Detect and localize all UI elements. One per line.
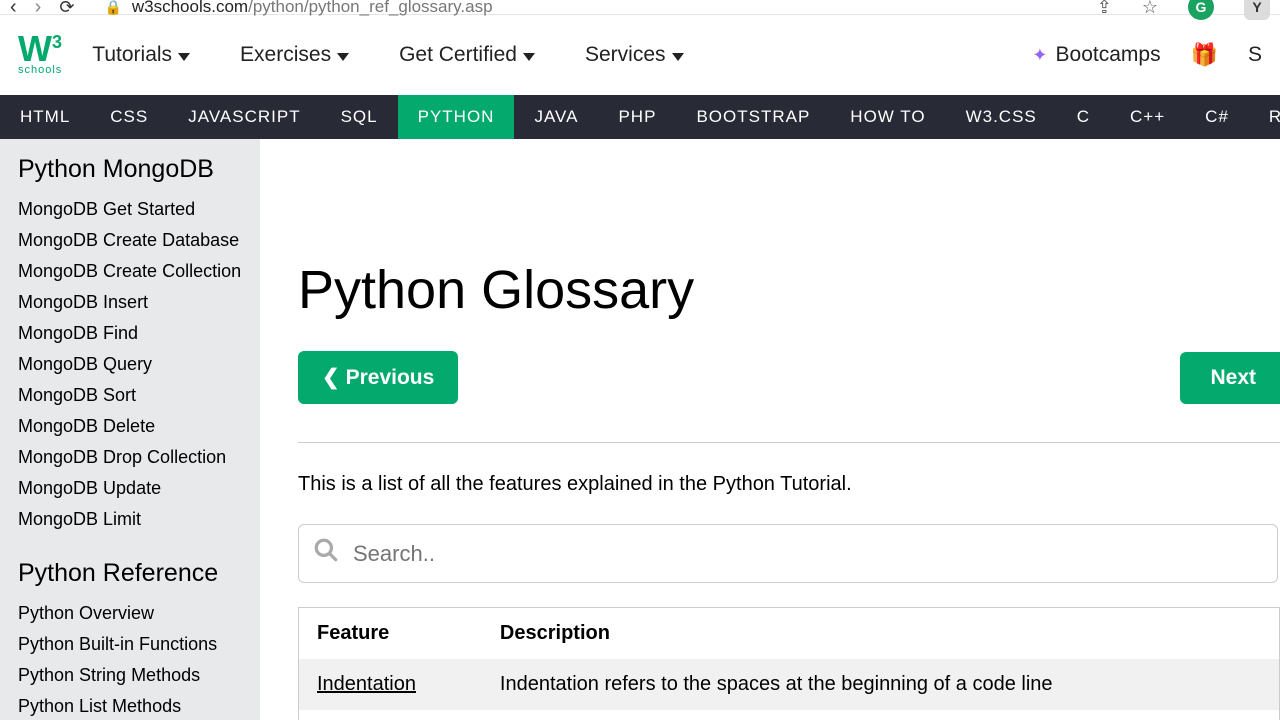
previous-button-label: Previous bbox=[346, 366, 435, 390]
site-topnav: W3 schools Tutorials Exercises Get Certi… bbox=[0, 15, 1280, 95]
nav-exercises-label: Exercises bbox=[240, 43, 331, 67]
sidebar-item[interactable]: MongoDB Insert bbox=[18, 287, 260, 318]
browser-back-icon[interactable]: ‹ bbox=[10, 0, 17, 19]
nav-get-certified-label: Get Certified bbox=[399, 43, 517, 67]
nav-get-certified[interactable]: Get Certified bbox=[399, 43, 535, 67]
sidebar-item[interactable]: MongoDB Get Started bbox=[18, 194, 260, 225]
chevron-down-icon bbox=[523, 53, 535, 61]
sidebar-item[interactable]: MongoDB Delete bbox=[18, 411, 260, 442]
nav-services-label: Services bbox=[585, 43, 666, 67]
lang-cpp[interactable]: C++ bbox=[1110, 95, 1185, 139]
divider bbox=[298, 442, 1280, 443]
sidebar-item[interactable]: MongoDB Create Collection bbox=[18, 256, 260, 287]
lang-html[interactable]: HTML bbox=[0, 95, 90, 139]
nav-tutorials-label: Tutorials bbox=[92, 43, 172, 67]
sidebar: Python MongoDB MongoDB Get Started Mongo… bbox=[0, 139, 260, 720]
chevron-down-icon bbox=[178, 53, 190, 61]
search-input[interactable] bbox=[353, 541, 1263, 567]
feature-link[interactable]: Indentation bbox=[317, 673, 416, 695]
sidebar-item[interactable]: MongoDB Find bbox=[18, 318, 260, 349]
language-nav: HTML CSS JAVASCRIPT SQL PYTHON JAVA PHP … bbox=[0, 95, 1280, 139]
sidebar-item[interactable]: MongoDB Create Database bbox=[18, 225, 260, 256]
table-header-row: Feature Description bbox=[299, 608, 1280, 660]
lang-sql[interactable]: SQL bbox=[321, 95, 398, 139]
table-row: Comments Comments are code lines that wi… bbox=[299, 710, 1280, 720]
nav-services[interactable]: Services bbox=[585, 43, 684, 67]
page-title: Python Glossary bbox=[298, 259, 1280, 321]
page-description: This is a list of all the features expla… bbox=[298, 473, 1280, 496]
sidebar-section-mongodb: Python MongoDB bbox=[18, 155, 260, 184]
extension-y-icon[interactable]: Y bbox=[1244, 0, 1270, 20]
lock-icon: 🔒 bbox=[104, 0, 121, 16]
logo[interactable]: W3 schools bbox=[18, 35, 62, 75]
chevron-down-icon bbox=[337, 53, 349, 61]
chevron-down-icon bbox=[672, 53, 684, 61]
lang-w3css[interactable]: W3.CSS bbox=[946, 95, 1057, 139]
browser-forward-icon: › bbox=[35, 0, 42, 19]
share-icon[interactable]: ⇪ bbox=[1097, 0, 1112, 18]
nav-exercises[interactable]: Exercises bbox=[240, 43, 349, 67]
glossary-table: Feature Description Indentation Indentat… bbox=[298, 607, 1280, 720]
nav-bootcamps[interactable]: ✦ Bootcamps bbox=[1032, 43, 1160, 67]
sidebar-item[interactable]: Python List Methods bbox=[18, 691, 260, 720]
lang-react[interactable]: REACT bbox=[1249, 95, 1280, 139]
url-path: /python/python_ref_glossary.asp bbox=[248, 0, 492, 16]
sidebar-item[interactable]: MongoDB Drop Collection bbox=[18, 442, 260, 473]
nav-tutorials[interactable]: Tutorials bbox=[92, 43, 190, 67]
sidebar-item[interactable]: Python String Methods bbox=[18, 660, 260, 691]
lang-howto[interactable]: HOW TO bbox=[830, 95, 945, 139]
lang-csharp[interactable]: C# bbox=[1185, 95, 1249, 139]
lang-php[interactable]: PHP bbox=[598, 95, 676, 139]
bookmark-icon[interactable]: ☆ bbox=[1142, 0, 1158, 18]
browser-right-icons: ⇪ ☆ G Y bbox=[1097, 0, 1270, 20]
feature-desc: Indentation refers to the spaces at the … bbox=[482, 659, 1280, 710]
sidebar-section-reference: Python Reference bbox=[18, 559, 260, 588]
sidebar-item[interactable]: MongoDB Query bbox=[18, 349, 260, 380]
lang-javascript[interactable]: JAVASCRIPT bbox=[168, 95, 320, 139]
main-content: Python Glossary ❮ Previous Next This is … bbox=[260, 139, 1280, 720]
browser-chrome: ‹ › ⟳ 🔒 w3schools.com/python/python_ref_… bbox=[0, 0, 1280, 15]
search-box[interactable] bbox=[298, 524, 1278, 583]
browser-urlbar[interactable]: 🔒 w3schools.com/python/python_ref_glossa… bbox=[92, 0, 1078, 20]
sidebar-item[interactable]: Python Built-in Functions bbox=[18, 629, 260, 660]
chevron-left-icon: ❮ bbox=[322, 365, 340, 390]
gift-icon[interactable]: 🎁 bbox=[1191, 42, 1218, 68]
col-description: Description bbox=[482, 608, 1280, 660]
previous-button[interactable]: ❮ Previous bbox=[298, 351, 458, 404]
browser-reload-icon[interactable]: ⟳ bbox=[59, 0, 74, 18]
lang-bootstrap[interactable]: BOOTSTRAP bbox=[676, 95, 830, 139]
next-button-label: Next bbox=[1210, 366, 1256, 390]
lang-java[interactable]: JAVA bbox=[514, 95, 598, 139]
col-feature: Feature bbox=[299, 608, 482, 660]
sparkle-icon: ✦ bbox=[1032, 45, 1047, 66]
sidebar-item[interactable]: MongoDB Update bbox=[18, 473, 260, 504]
lang-css[interactable]: CSS bbox=[90, 95, 168, 139]
sidebar-item[interactable]: MongoDB Sort bbox=[18, 380, 260, 411]
nav-cutoff: S bbox=[1248, 43, 1262, 67]
url-host: w3schools.com bbox=[132, 0, 248, 16]
lang-c[interactable]: C bbox=[1057, 95, 1110, 139]
extension-g-icon[interactable]: G bbox=[1188, 0, 1214, 20]
search-icon bbox=[313, 537, 339, 570]
feature-desc: Comments are code lines that will not be… bbox=[482, 710, 1280, 720]
next-button[interactable]: Next bbox=[1180, 352, 1280, 404]
sidebar-item[interactable]: MongoDB Limit bbox=[18, 504, 260, 535]
table-row: Indentation Indentation refers to the sp… bbox=[299, 659, 1280, 710]
sidebar-item[interactable]: Python Overview bbox=[18, 598, 260, 629]
nav-bootcamps-label: Bootcamps bbox=[1056, 43, 1161, 67]
lang-python[interactable]: PYTHON bbox=[398, 95, 515, 139]
